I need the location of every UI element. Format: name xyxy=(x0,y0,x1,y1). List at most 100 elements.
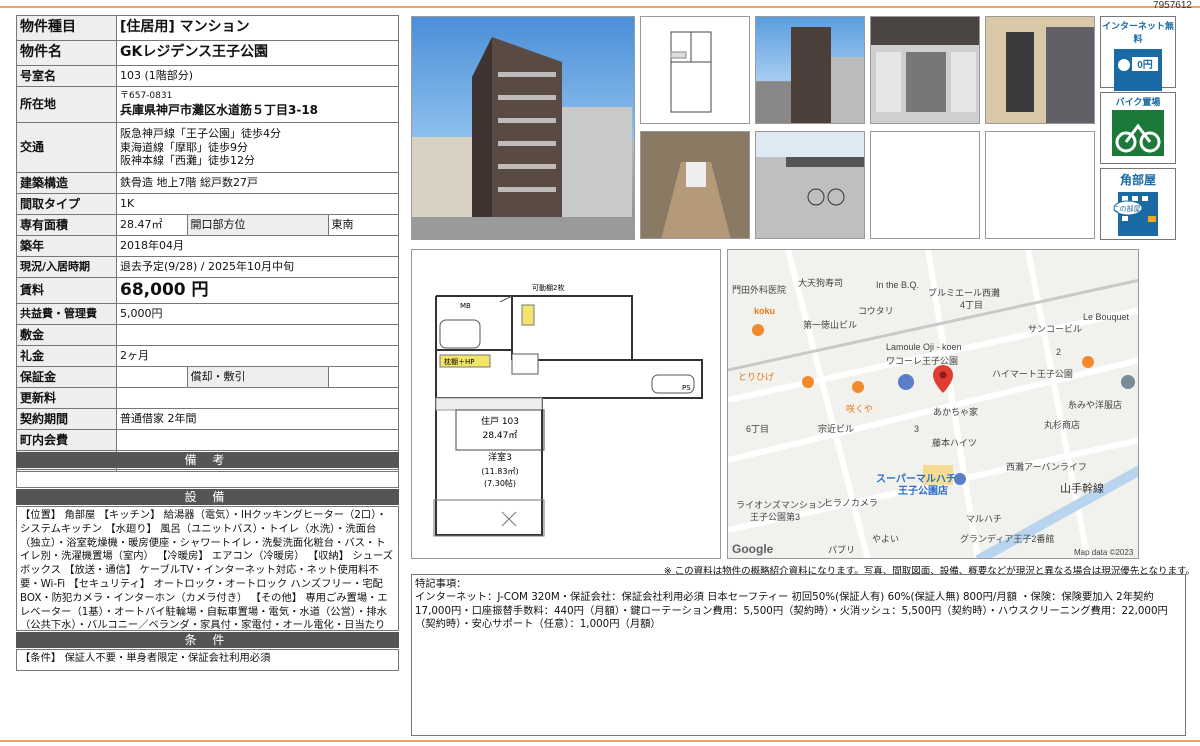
internet-free-text: インターネット無料 xyxy=(1101,22,1174,45)
fee-value: 5,000円 xyxy=(116,303,399,325)
amortization-value xyxy=(327,366,399,388)
row-fee: 共益費・管理費 5,000円 xyxy=(16,303,399,325)
key-money-value: 2ヶ月 xyxy=(116,345,399,367)
layout-label: 間取タイプ xyxy=(16,193,117,215)
built-label: 築年 xyxy=(16,235,117,257)
map-label: 門田外科医院 xyxy=(732,285,787,295)
postal-code: 〒657-0831 xyxy=(120,91,173,102)
mb-label: MB xyxy=(460,302,471,310)
elevator-illustration xyxy=(1006,27,1094,123)
rent-value: 68,000 円 xyxy=(116,277,399,304)
location-map[interactable]: 門田外科医院 大天狗寿司 In the B.Q. ブルミエール西灘 4丁目 ko… xyxy=(727,249,1139,559)
map-label: 大天狗寿司 xyxy=(798,278,844,288)
deposit-value xyxy=(116,324,399,346)
map-label: 糸みや洋服店 xyxy=(1068,400,1123,410)
row-layout: 間取タイプ 1K xyxy=(16,193,399,215)
town-fee-label: 町内会費 xyxy=(16,429,117,451)
access-line: 阪神本線「西灘」徒歩12分 xyxy=(120,154,255,168)
access-line: 東海道線「摩耶」徒歩9分 xyxy=(120,140,248,154)
top-rule xyxy=(0,6,1200,8)
type-label: 物件種目 xyxy=(16,15,117,41)
row-rent: 賃料 68,000 円 xyxy=(16,277,399,304)
empty-photo-slot xyxy=(870,131,980,239)
row-contract: 契約期間 普通借家 2年間 xyxy=(16,408,399,430)
floorplan-thumb-drawing xyxy=(670,31,712,113)
unit-number: 住戸 103 xyxy=(481,415,519,427)
opening-value: 東南 xyxy=(327,214,399,236)
row-deposit: 敷金 xyxy=(16,324,399,346)
status-value: 退去予定(9/28) / 2025年10月中旬 xyxy=(116,256,399,278)
bottom-rule xyxy=(0,740,1200,742)
google-logo: Google xyxy=(732,542,774,556)
special-notes-title: 特記事項： xyxy=(415,578,467,590)
access-label: 交通 xyxy=(16,122,117,173)
corner-building-icon: この部屋! xyxy=(1113,192,1158,236)
closet-label: 枕棚＋HP xyxy=(444,357,475,366)
floor-plan-drawing: 住戸 103 28.47㎡ 洋室3 (11.83㎡) (7.30帖) 可動棚2枚… xyxy=(433,283,703,537)
elevator-hall-photo xyxy=(985,16,1095,124)
map-label: 6丁目 xyxy=(746,424,770,434)
security-value xyxy=(116,366,188,388)
bicycle-parking-illustration xyxy=(756,132,864,206)
map-attribution: Map data ©2023 xyxy=(1074,548,1134,557)
row-town-fee: 町内会費 xyxy=(16,429,399,451)
bike-parking-text: バイク置場 xyxy=(1115,98,1161,108)
row-status: 現況/入居時期 退去予定(9/28) / 2025年10月中旬 xyxy=(16,256,399,278)
address-cell: 〒657-0831 兵庫県神戸市灘区水道筋５丁目3-18 xyxy=(116,86,399,123)
corridor-illustration xyxy=(661,162,731,238)
opening-label: 開口部方位 xyxy=(186,214,329,236)
row-built: 築年 2018年04月 xyxy=(16,235,399,257)
corridor-photo xyxy=(640,131,750,239)
map-label: 西灘アーバンライフ xyxy=(1006,462,1087,472)
row-room: 号室名 103 (1階部分) xyxy=(16,65,399,87)
map-label: やよい xyxy=(872,534,900,544)
area-value: 28.47㎡ xyxy=(116,214,188,236)
floorplan-thumbnail xyxy=(640,16,750,124)
name-label: 物件名 xyxy=(16,40,117,66)
contract-value: 普通借家 2年間 xyxy=(116,408,399,430)
map-label: In the B.Q. xyxy=(876,280,920,290)
security-label: 保証金 xyxy=(16,366,117,388)
address-value: 兵庫県神戸市灘区水道筋５丁目3-18 xyxy=(120,102,319,117)
row-access: 交通 阪急神戸線「王子公園」徒歩4分 東海道線「摩耶」徒歩9分 阪神本線「西灘」… xyxy=(16,122,399,173)
empty-photo-slot xyxy=(985,131,1095,239)
map-label: 3 xyxy=(914,424,920,434)
map-label: とりひげ xyxy=(738,372,775,382)
building-illustration-2 xyxy=(791,27,864,123)
internet-price: 0円 xyxy=(1137,59,1153,71)
building-photo-2 xyxy=(755,16,865,124)
row-renewal: 更新料 xyxy=(16,387,399,409)
motorbike-icon xyxy=(1112,110,1164,156)
map-label: ワコーレ王子公園 xyxy=(886,356,959,366)
map-label: 咲くや xyxy=(846,404,874,414)
town-fee-value xyxy=(116,429,399,451)
structure-label: 建築構造 xyxy=(16,172,117,194)
room-area: (11.83㎡) xyxy=(481,467,518,476)
floor-plan: 住戸 103 28.47㎡ 洋室3 (11.83㎡) (7.30帖) 可動棚2枚… xyxy=(411,249,721,559)
corner-room-subtext: この部屋! xyxy=(1113,204,1144,213)
map-label: ハイマート王子公園 xyxy=(992,369,1073,379)
document-id: 7957612 xyxy=(1153,0,1192,11)
building-exterior-photo xyxy=(411,16,635,240)
layout-value: 1K xyxy=(116,193,399,215)
corner-room-text: 角部屋 xyxy=(1119,173,1156,187)
access-cell: 阪急神戸線「王子公園」徒歩4分 東海道線「摩耶」徒歩9分 阪神本線「西灘」徒歩1… xyxy=(116,122,399,173)
row-name: 物件名 GKレジデンス王子公園 xyxy=(16,40,399,66)
internet-free-badge: インターネット無料 0円 xyxy=(1100,16,1176,91)
remarks-body xyxy=(16,469,399,488)
row-structure: 建築構造 鉄骨造 地上7階 総戸数27戸 xyxy=(16,172,399,194)
map-label: Le Bouquet xyxy=(1083,312,1130,322)
bike-parking-badge: バイク置場 xyxy=(1100,92,1176,164)
room-tatami: (7.30帖) xyxy=(484,478,516,488)
special-notes-box: 特記事項： インターネット：J-COM 320M・保証会社：保証会社利用必須 日… xyxy=(411,574,1186,736)
map-label: Lamoule Oji - koen xyxy=(886,342,962,352)
row-type: 物件種目 [住居用] マンション xyxy=(16,15,399,41)
row-address: 所在地 〒657-0831 兵庫県神戸市灘区水道筋５丁目3-18 xyxy=(16,86,399,123)
facilities-heading: 設 備 xyxy=(16,489,399,505)
built-value: 2018年04月 xyxy=(116,235,399,257)
conditions-body: 【条件】 保証人不要・単身者限定・保証会社利用必須 xyxy=(16,649,399,671)
map-label: グランディア王子2番館 xyxy=(960,534,1055,544)
status-label: 現況/入居時期 xyxy=(16,256,117,278)
unit-area: 28.47㎡ xyxy=(483,430,518,441)
map-label: あかちゃ家 xyxy=(933,407,979,417)
